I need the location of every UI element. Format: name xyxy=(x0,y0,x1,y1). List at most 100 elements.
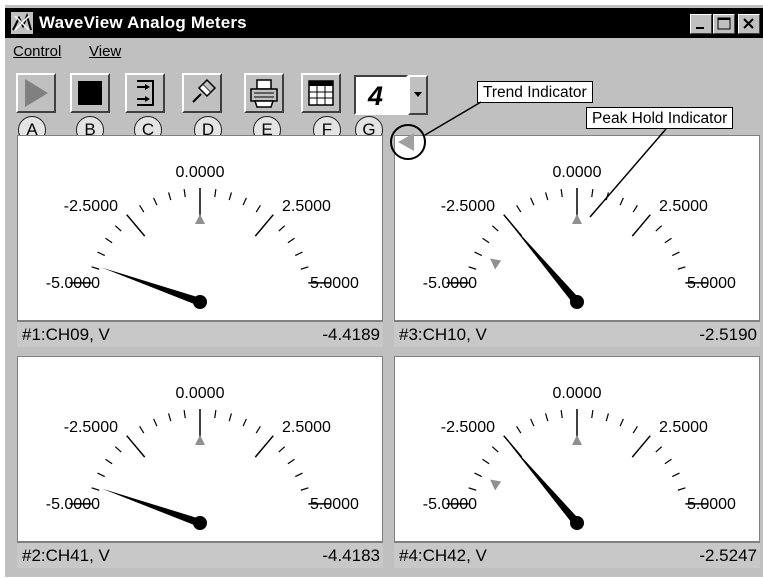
meter-2[interactable]: #2:CH41, V -4.4183 -5.0000 -2.5000 0.0000 2.5… xyxy=(17,356,385,568)
scale-tick xyxy=(255,205,261,213)
scale-tick xyxy=(560,410,563,419)
scale-tick xyxy=(153,197,158,206)
scale-tick xyxy=(664,458,672,465)
app-window: WaveView Analog Meters Control View 4 A … xyxy=(5,5,763,577)
maximize-button[interactable] xyxy=(713,14,735,34)
table-icon xyxy=(308,80,334,106)
scale-tick xyxy=(105,458,113,465)
trend-indicator-callout: Trend Indicator xyxy=(477,81,593,103)
meter-value-readout: -2.5247 xyxy=(699,546,757,565)
scale-tick-major xyxy=(503,435,523,458)
scale-label: -2.5000 xyxy=(64,419,118,436)
scale-tick-major xyxy=(631,435,651,458)
stop-button[interactable] xyxy=(70,73,110,113)
scale-label: -2.5000 xyxy=(64,198,118,215)
scale-tick xyxy=(655,446,663,453)
needle-hub xyxy=(193,516,207,530)
scale-label: 5.0000 xyxy=(310,496,359,513)
meter-footer: #2:CH41, V -4.4183 xyxy=(17,542,383,568)
scale-tick xyxy=(168,192,172,201)
scale-label: -2.5000 xyxy=(441,419,495,436)
print-icon xyxy=(250,79,278,108)
print-button[interactable] xyxy=(244,73,284,113)
needle-hub xyxy=(570,295,584,309)
meter-channel-label: #4:CH42, V xyxy=(399,546,487,565)
meter-needle xyxy=(509,443,581,526)
scale-tick xyxy=(139,426,145,434)
scale-tick xyxy=(491,446,499,453)
table-button[interactable] xyxy=(301,73,341,113)
meter-3[interactable]: #3:CH10, V -2.5190 -5.0000 -2.5000 0.0000 2.5… xyxy=(394,135,762,347)
scale-tick xyxy=(516,205,522,213)
scale-tick xyxy=(468,487,477,491)
scale-label: 2.5000 xyxy=(659,419,708,436)
scale-tick xyxy=(605,413,609,422)
peak-hold-marker xyxy=(572,214,582,224)
scale-label: 5.0000 xyxy=(310,275,359,292)
menu-bar: Control View xyxy=(5,39,763,65)
scale-label: -5.0000 xyxy=(423,496,477,513)
scale-tick xyxy=(97,472,105,478)
pin-button[interactable] xyxy=(182,73,222,113)
menu-view[interactable]: View xyxy=(89,43,121,60)
scale-tick xyxy=(214,410,217,419)
scale-tick xyxy=(242,418,247,427)
play-icon xyxy=(25,79,48,107)
peak-hold-marker xyxy=(572,435,582,445)
scale-label: 0.0000 xyxy=(176,385,225,402)
app-icon xyxy=(11,12,33,34)
peak-hold-marker xyxy=(195,435,205,445)
scale-tick xyxy=(300,487,309,491)
meter-channel-label: #1:CH09, V xyxy=(22,325,110,344)
meter-channel-label: #3:CH10, V xyxy=(399,325,487,344)
trend-marker xyxy=(490,258,502,270)
meter-count-field[interactable]: 4 xyxy=(354,75,408,115)
scale-label: 0.0000 xyxy=(553,385,602,402)
meter-dial: -5.0000 -2.5000 0.0000 2.5000 5.0000 xyxy=(423,164,736,309)
scale-tick xyxy=(530,418,535,427)
meter-dial: -5.0000 -2.5000 0.0000 2.5000 5.0000 xyxy=(46,164,359,309)
scale-tick-major xyxy=(254,435,274,458)
scale-label: -5.0000 xyxy=(46,496,100,513)
meter-count-value: 4 xyxy=(368,81,384,111)
scale-tick xyxy=(91,266,100,270)
stop-icon xyxy=(78,81,102,105)
scale-tick xyxy=(664,237,672,244)
minimize-icon xyxy=(696,27,704,29)
scale-label: 2.5000 xyxy=(282,419,331,436)
needle-hub xyxy=(193,295,207,309)
scale-tick xyxy=(287,237,295,244)
meter-footer: #3:CH10, V -2.5190 xyxy=(394,321,760,347)
meter-4[interactable]: #4:CH42, V -2.5247 -5.0000 -2.5000 0.0000 2.5… xyxy=(394,356,762,568)
scale-tick xyxy=(672,251,680,257)
meter-channel-label: #2:CH41, V xyxy=(22,546,110,565)
title-bar: WaveView Analog Meters xyxy=(5,8,763,38)
scale-tick xyxy=(228,413,232,422)
menu-control[interactable]: Control xyxy=(13,43,61,60)
meter-needle xyxy=(101,267,202,306)
meter-1[interactable]: #1:CH09, V -4.4189 -5.0000 -2.5000 0.0000 2.5… xyxy=(17,135,385,347)
scale-tick-major xyxy=(631,214,651,237)
scale-tick xyxy=(474,472,482,478)
meter-count-dropdown-button[interactable] xyxy=(408,75,428,115)
channel-select-button[interactable] xyxy=(125,73,165,113)
scale-tick xyxy=(278,446,286,453)
scale-label: 2.5000 xyxy=(659,198,708,215)
scale-tick xyxy=(474,251,482,257)
scale-tick xyxy=(168,413,172,422)
meter-footer: #1:CH09, V -4.4189 xyxy=(17,321,383,347)
meter-value-readout: -2.5190 xyxy=(699,325,757,344)
start-button[interactable] xyxy=(16,73,56,113)
scale-tick xyxy=(619,418,624,427)
scale-tick xyxy=(153,418,158,427)
scale-tick xyxy=(591,410,594,419)
chevron-down-icon xyxy=(414,92,422,97)
scale-tick xyxy=(183,410,186,419)
minimize-button[interactable] xyxy=(690,14,712,34)
scale-tick xyxy=(677,487,686,491)
scale-label: 5.0000 xyxy=(687,496,736,513)
needle-hub xyxy=(570,516,584,530)
close-button[interactable] xyxy=(738,14,760,34)
scale-tick xyxy=(105,237,113,244)
trend-marker xyxy=(490,479,502,491)
